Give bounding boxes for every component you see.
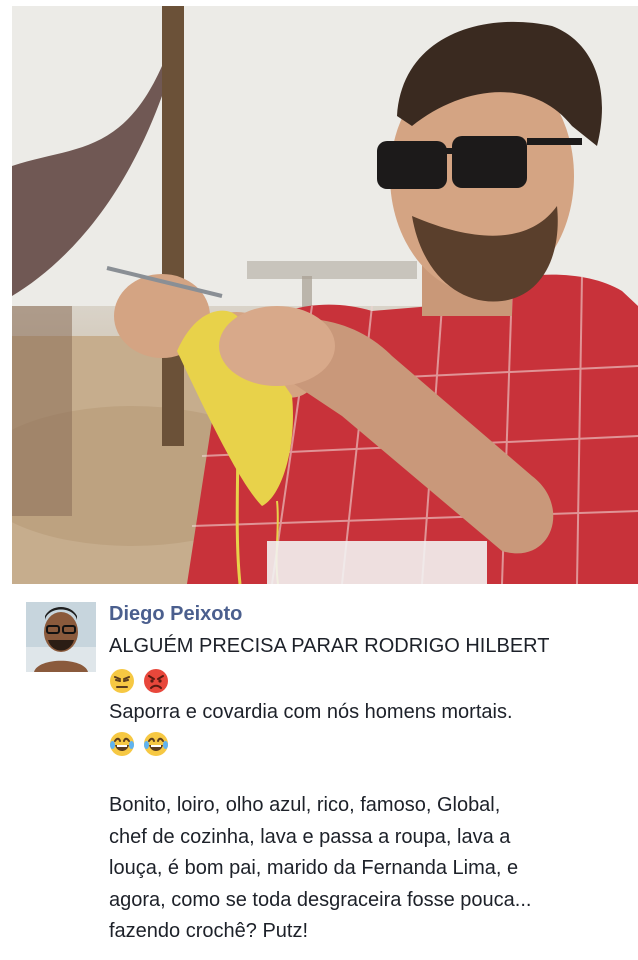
meme-screenshot: Diego Peixoto ALGUÉM PRECISA PARAR RODRI… (0, 0, 638, 960)
emoji-row-2 (109, 731, 173, 757)
post-body-line: agora, como se toda desgraceira fosse po… (109, 888, 532, 911)
emoji-row-1 (109, 668, 173, 694)
unamused-face-icon (110, 669, 134, 693)
post-photo[interactable] (12, 6, 638, 584)
post-text-line-2: Saporra e covardia com nós homens mortai… (109, 701, 513, 723)
post-body-paragraph: Bonito, loiro, olho azul, rico, famoso, … (109, 790, 629, 948)
post-body-line: fazendo crochê? Putz! (109, 920, 309, 942)
post-body-line: chef de cozinha, lava e passa a roupa, l… (109, 825, 511, 848)
facebook-post: Diego Peixoto ALGUÉM PRECISA PARAR RODRI… (0, 584, 638, 960)
avatar[interactable] (26, 602, 96, 672)
post-body-line: Bonito, loiro, olho azul, rico, famoso, … (109, 794, 501, 816)
wooden-pole (162, 6, 184, 446)
tears-of-joy-icon (144, 732, 169, 756)
author-name[interactable]: Diego Peixoto (109, 603, 242, 626)
tears-of-joy-icon (110, 732, 134, 756)
pouting-face-icon (144, 669, 169, 693)
right-hand (219, 306, 335, 386)
post-text-line-1: ALGUÉM PRECISA PARAR RODRIGO HILBERT (109, 635, 550, 657)
man-crocheting-illustration (12, 6, 638, 584)
post-body-line: louça, é bom pai, marido da Fernanda Lim… (109, 857, 519, 879)
